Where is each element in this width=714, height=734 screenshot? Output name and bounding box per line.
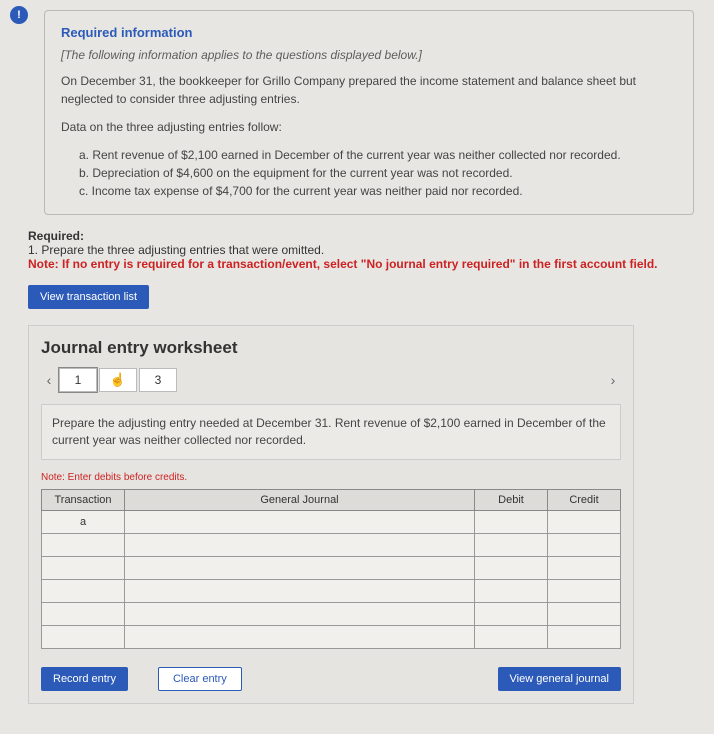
cell-debit[interactable] xyxy=(475,579,548,602)
info-item-c: c. Income tax expense of $4,700 for the … xyxy=(79,182,677,200)
tab-2[interactable]: ☝ xyxy=(99,368,137,392)
tab-3[interactable]: 3 xyxy=(139,368,177,392)
info-item-a: a. Rent revenue of $2,100 earned in Dece… xyxy=(79,146,677,164)
col-header-transaction: Transaction xyxy=(42,489,125,510)
cell-account[interactable] xyxy=(125,602,475,625)
record-entry-button[interactable]: Record entry xyxy=(41,667,128,691)
table-row xyxy=(42,533,621,556)
required-block: Required: 1. Prepare the three adjusting… xyxy=(28,229,694,271)
cell-credit[interactable] xyxy=(548,533,621,556)
journal-entry-worksheet: Journal entry worksheet ‹ 1 ☝ 3 › Prepar… xyxy=(28,325,634,704)
table-row xyxy=(42,556,621,579)
col-header-general-journal: General Journal xyxy=(125,489,475,510)
worksheet-nav: ‹ 1 ☝ 3 › xyxy=(41,368,621,392)
cursor-icon: ☝ xyxy=(110,372,126,388)
required-note: Note: If no entry is required for a tran… xyxy=(28,257,694,271)
prev-entry-button[interactable]: ‹ xyxy=(41,369,57,391)
cell-debit[interactable] xyxy=(475,533,548,556)
cell-debit[interactable] xyxy=(475,625,548,648)
table-row xyxy=(42,579,621,602)
next-entry-button[interactable]: › xyxy=(605,369,621,391)
tab-1[interactable]: 1 xyxy=(59,368,97,392)
info-paragraph-2: Data on the three adjusting entries foll… xyxy=(61,118,677,136)
required-heading: Required: xyxy=(28,229,694,243)
cell-account[interactable] xyxy=(125,533,475,556)
cell-transaction[interactable] xyxy=(42,579,125,602)
cell-credit[interactable] xyxy=(548,510,621,533)
col-header-debit: Debit xyxy=(475,489,548,510)
journal-table: Transaction General Journal Debit Credit… xyxy=(41,489,621,649)
cell-debit[interactable] xyxy=(475,556,548,579)
cell-transaction[interactable] xyxy=(42,556,125,579)
info-item-b: b. Depreciation of $4,600 on the equipme… xyxy=(79,164,677,182)
info-title: Required information xyxy=(61,25,677,40)
col-header-credit: Credit xyxy=(548,489,621,510)
cell-credit[interactable] xyxy=(548,625,621,648)
cell-account[interactable] xyxy=(125,579,475,602)
table-row xyxy=(42,602,621,625)
cell-credit[interactable] xyxy=(548,579,621,602)
table-row: a xyxy=(42,510,621,533)
worksheet-title: Journal entry worksheet xyxy=(41,338,621,358)
cell-credit[interactable] xyxy=(548,602,621,625)
cell-debit[interactable] xyxy=(475,510,548,533)
cell-transaction[interactable] xyxy=(42,625,125,648)
view-general-journal-button[interactable]: View general journal xyxy=(498,667,621,691)
cell-transaction[interactable] xyxy=(42,533,125,556)
info-paragraph-1: On December 31, the bookkeeper for Grill… xyxy=(61,72,677,108)
journal-tbody: a xyxy=(42,510,621,648)
cell-account[interactable] xyxy=(125,556,475,579)
info-badge: ! xyxy=(10,6,28,24)
required-information-box: Required information [The following info… xyxy=(44,10,694,215)
cell-account[interactable] xyxy=(125,510,475,533)
cell-credit[interactable] xyxy=(548,556,621,579)
cell-debit[interactable] xyxy=(475,602,548,625)
clear-entry-button[interactable]: Clear entry xyxy=(158,667,242,691)
entry-instruction: Prepare the adjusting entry needed at De… xyxy=(41,404,621,460)
debits-before-credits-note: Note: Enter debits before credits. xyxy=(41,472,621,483)
cell-account[interactable] xyxy=(125,625,475,648)
required-line-1: 1. Prepare the three adjusting entries t… xyxy=(28,243,694,257)
info-list: a. Rent revenue of $2,100 earned in Dece… xyxy=(79,146,677,200)
info-subtitle: [The following information applies to th… xyxy=(61,48,677,62)
cell-transaction[interactable]: a xyxy=(42,510,125,533)
cell-transaction[interactable] xyxy=(42,602,125,625)
view-transaction-list-button[interactable]: View transaction list xyxy=(28,285,149,309)
table-row xyxy=(42,625,621,648)
